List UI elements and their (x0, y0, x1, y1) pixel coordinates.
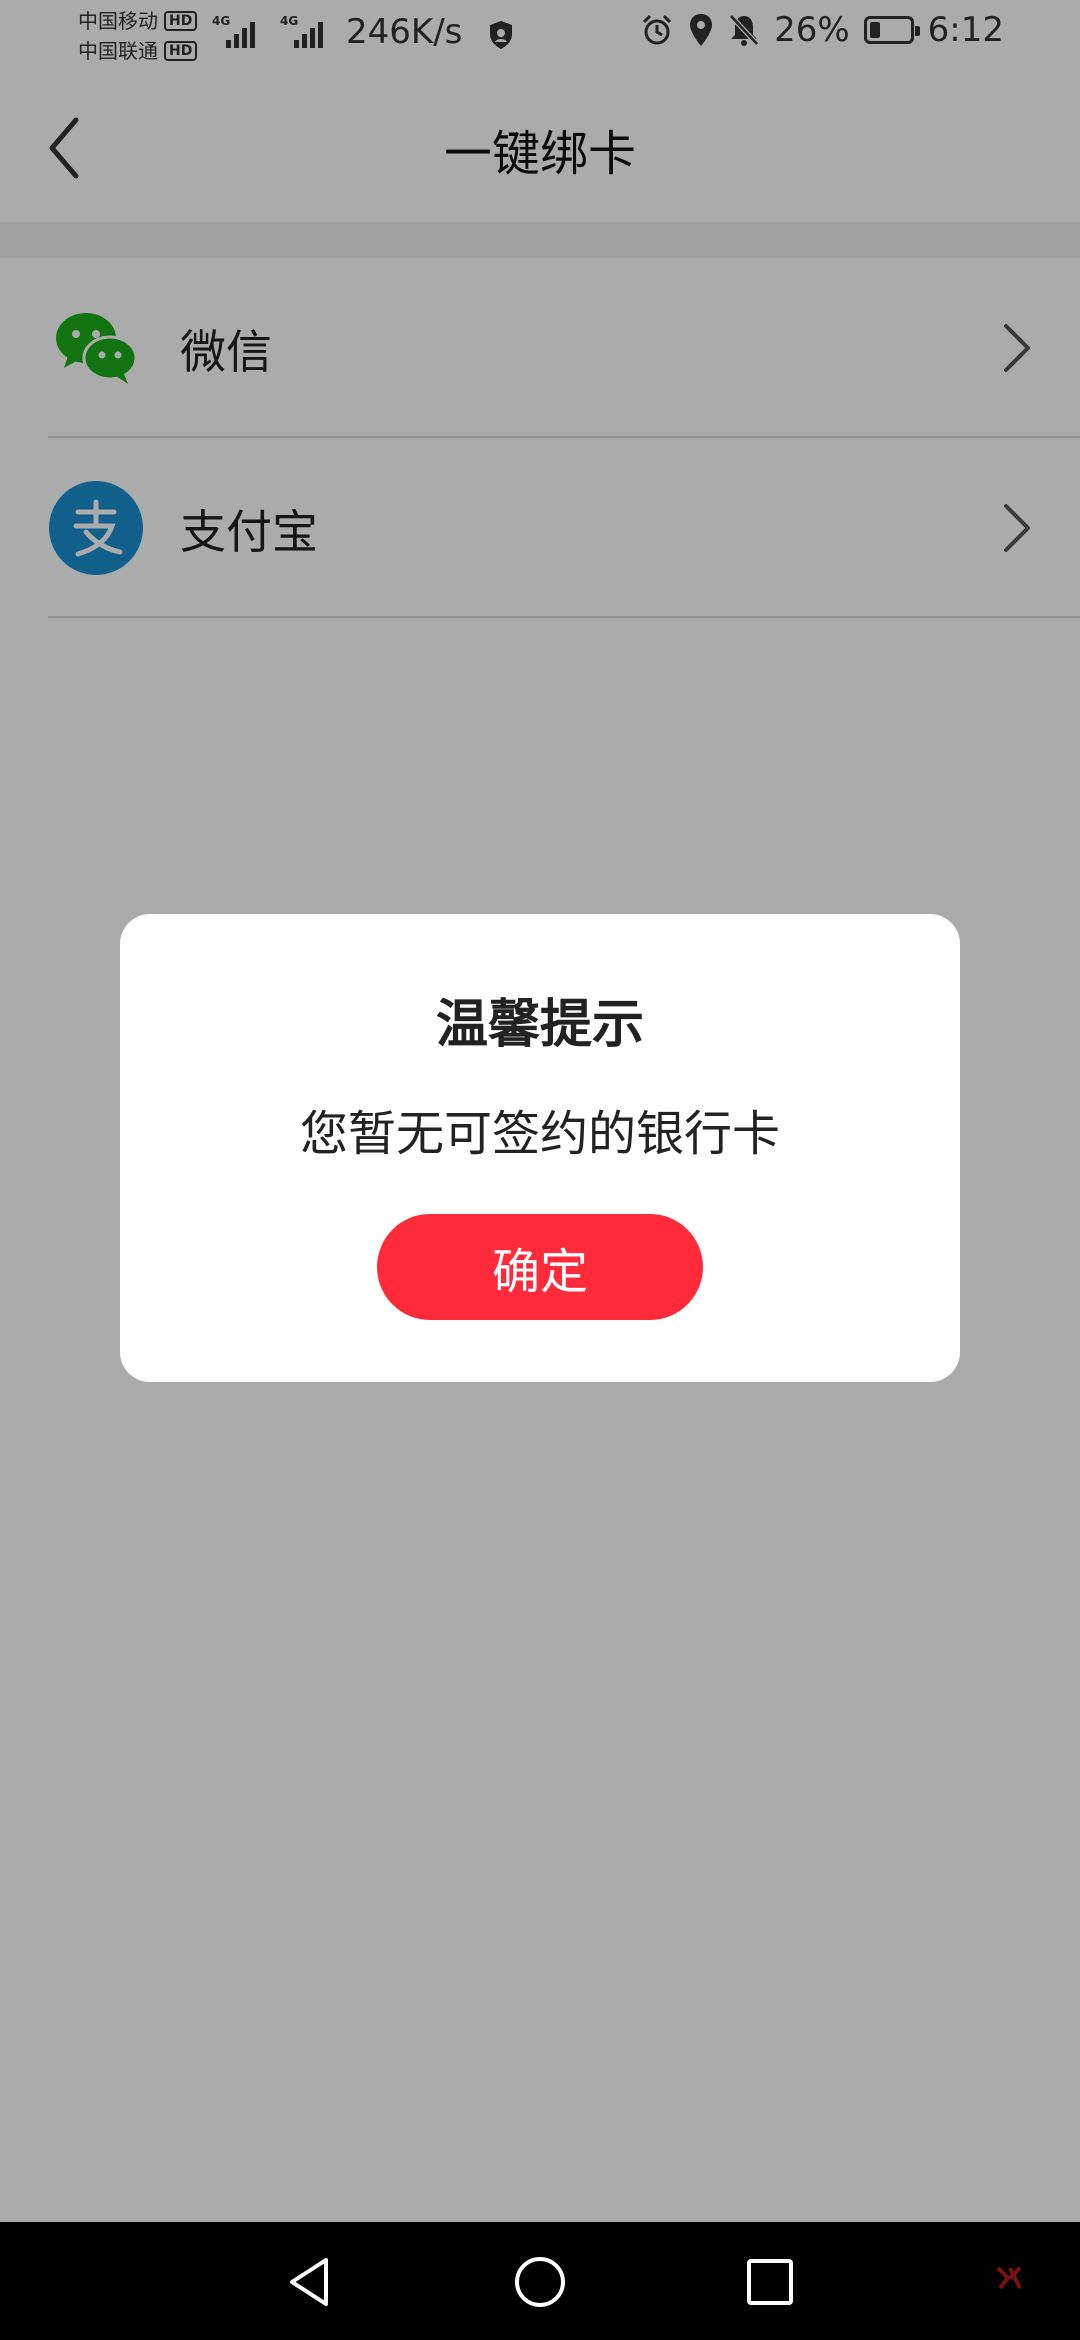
watermark-icon (996, 2266, 1022, 2290)
dialog-message: 您暂无可签约的银行卡 (299, 1106, 780, 1162)
watermark-logo (996, 2264, 1022, 2290)
home-circle-icon[interactable] (510, 2252, 570, 2312)
alert-dialog: 温馨提示 您暂无可签约的银行卡 确定 (120, 914, 960, 1382)
screen: 中国移动 HD 中国联通 HD 4G 4G 246K/s 26% 6:12 一键… (0, 0, 1080, 2340)
system-nav-bar (0, 2222, 1080, 2340)
recents-square-icon[interactable] (740, 2252, 800, 2312)
back-triangle-icon[interactable] (280, 2252, 340, 2312)
confirm-button[interactable]: 确定 (377, 1214, 703, 1320)
dialog-title: 温馨提示 (435, 995, 644, 1055)
